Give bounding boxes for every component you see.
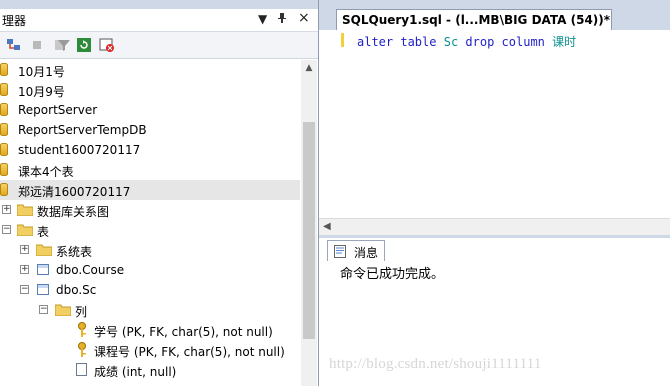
key-icon — [76, 322, 88, 338]
changed-line-marker — [341, 33, 344, 47]
scrollbar-thumb[interactable] — [303, 122, 315, 339]
sql-keyword: column — [501, 35, 545, 49]
sql-editor[interactable]: alter table Sc drop column 课时 — [319, 30, 670, 218]
database-icon — [0, 103, 8, 116]
columns-folder-label: 列 — [75, 305, 88, 319]
tree-node-database[interactable]: ReportServer — [0, 100, 300, 120]
sql-code-line[interactable]: alter table Sc drop column 课时 — [357, 33, 576, 50]
table-label: dbo.Sc — [56, 283, 97, 297]
collapse-minus-icon[interactable]: − — [2, 225, 11, 234]
tree-node-system-tables[interactable]: + 系统表 — [0, 240, 300, 260]
sql-keyword: table — [400, 35, 437, 49]
table-icon — [37, 284, 49, 295]
expand-plus-icon[interactable]: + — [20, 245, 29, 254]
expand-plus-icon[interactable]: + — [2, 205, 11, 214]
scroll-up-arrow-icon[interactable]: ▲ — [301, 60, 317, 76]
message-icon — [334, 245, 346, 258]
close-panel-icon[interactable]: × — [298, 10, 310, 26]
database-label: ReportServerTempDB — [18, 123, 147, 137]
document-tab-label: SQLQuery1.sql - (l...MB\BIG DATA (54))* — [342, 13, 611, 27]
database-icon — [0, 183, 8, 196]
activity-monitor-icon[interactable] — [99, 37, 115, 53]
database-label: 课本4个表 — [18, 165, 74, 179]
tree-node-column[interactable]: 课程号 (PK, FK, char(5), not null) — [0, 340, 300, 360]
tree-node-database[interactable]: 10月9号 — [0, 80, 300, 100]
tree-node-database[interactable]: student1600720117 — [0, 140, 300, 160]
tree-node-database[interactable]: 10月1号 — [0, 60, 300, 80]
editor-horizontal-scrollbar[interactable]: ◀ — [319, 218, 670, 236]
panel-top-strip — [0, 0, 318, 9]
database-label: 10月1号 — [18, 65, 65, 79]
database-icon — [0, 163, 8, 176]
folder-icon — [35, 244, 53, 257]
key-icon — [76, 342, 88, 358]
database-icon — [0, 143, 8, 156]
object-explorer-titlebar: 理器 ▼ × — [0, 9, 318, 32]
sql-identifier: Sc — [443, 35, 459, 49]
tree-vertical-scrollbar[interactable]: ▲ — [301, 60, 317, 386]
collapse-minus-icon[interactable]: − — [20, 285, 29, 294]
sql-identifier: 课时 — [552, 35, 577, 49]
pin-icon[interactable] — [277, 12, 287, 27]
tree-node-columns[interactable]: − 列 — [0, 300, 300, 320]
table-icon — [37, 264, 49, 275]
diagrams-folder-label: 数据库关系图 — [37, 205, 110, 219]
system-tables-label: 系统表 — [56, 245, 93, 259]
connect-icon[interactable] — [6, 37, 22, 53]
object-explorer-panel: 理器 ▼ × 10月1号 10月9号 ReportServer ReportSe… — [0, 0, 319, 386]
panel-top-strip — [319, 0, 670, 9]
query-editor-panel: SQLQuery1.sql - (l...MB\BIG DATA (54))* … — [319, 0, 670, 386]
tree-node-tables[interactable]: − 表 — [0, 220, 300, 240]
scroll-left-arrow-icon[interactable]: ◀ — [323, 221, 331, 232]
folder-icon — [16, 204, 34, 217]
database-label: 10月9号 — [18, 85, 65, 99]
database-label: ReportServer — [18, 103, 98, 117]
tree-node-database[interactable]: ReportServerTempDB — [0, 120, 300, 140]
filter-icon[interactable] — [56, 37, 72, 53]
column-icon — [76, 363, 87, 376]
tables-folder-label: 表 — [37, 225, 50, 239]
object-explorer-tree: 10月1号 10月9号 ReportServer ReportServerTem… — [0, 60, 300, 386]
tree-node-table[interactable]: + dbo.Course — [0, 260, 300, 280]
object-explorer-toolbar — [0, 32, 318, 59]
folder-open-icon — [54, 304, 72, 317]
column-label: 学号 (PK, FK, char(5), not null) — [94, 325, 273, 339]
document-tab-sqlquery1[interactable]: SQLQuery1.sql - (l...MB\BIG DATA (54))* — [336, 9, 612, 30]
tree-node-column[interactable]: 成绩 (int, null) — [0, 360, 300, 380]
folder-open-icon — [16, 224, 34, 237]
result-message: 命令已成功完成。 — [340, 267, 445, 282]
refresh-icon[interactable] — [76, 37, 92, 53]
object-explorer-title: 理器 — [2, 14, 27, 28]
tree-node-database[interactable]: 课本4个表 — [0, 160, 300, 180]
database-icon — [0, 83, 8, 96]
database-label: student1600720117 — [18, 143, 141, 157]
expand-plus-icon[interactable]: + — [20, 265, 29, 274]
database-icon — [0, 123, 8, 136]
sql-keyword: drop — [465, 35, 495, 49]
collapse-minus-icon[interactable]: − — [39, 305, 48, 314]
watermark-text: http://blog.csdn.net/shouji1111111 — [329, 356, 542, 372]
messages-tab[interactable]: 消息 — [327, 240, 385, 261]
database-icon — [0, 63, 8, 76]
database-label: 郑远清1600720117 — [18, 185, 131, 199]
disconnect-icon[interactable] — [30, 37, 46, 53]
results-pane: 消息 命令已成功完成。 http://blog.csdn.net/shouji1… — [319, 238, 670, 386]
column-label: 成绩 (int, null) — [94, 365, 177, 379]
sql-keyword: alter — [357, 35, 394, 49]
tree-node-diagrams[interactable]: + 数据库关系图 — [0, 200, 300, 220]
messages-tab-label: 消息 — [354, 246, 379, 260]
tree-node-column[interactable]: 学号 (PK, FK, char(5), not null) — [0, 320, 300, 340]
column-label: 课程号 (PK, FK, char(5), not null) — [94, 345, 285, 359]
table-label: dbo.Course — [56, 263, 125, 277]
tree-node-table[interactable]: − dbo.Sc — [0, 280, 300, 300]
window-position-dropdown-icon[interactable]: ▼ — [258, 12, 267, 26]
tree-node-database-selected[interactable]: 郑远清1600720117 — [0, 180, 300, 200]
